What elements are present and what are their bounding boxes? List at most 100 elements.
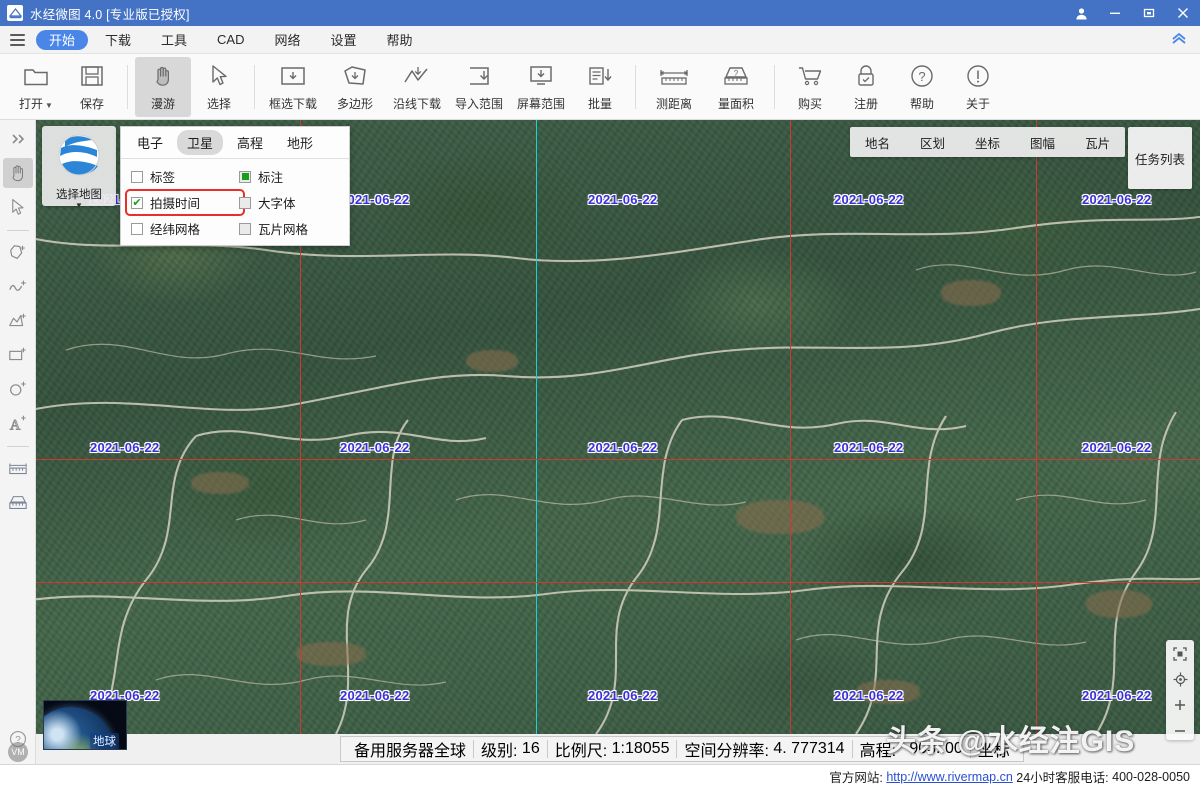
ribbon-measure-area-label: 量面积 — [717, 97, 754, 111]
mini-globe-thumbnail[interactable]: 地球 — [43, 700, 127, 750]
rail-select-tool[interactable] — [3, 192, 33, 222]
imagery-date-label: 2021-06-22 — [588, 192, 658, 207]
close-button[interactable] — [1166, 0, 1200, 26]
ribbon-about-button[interactable]: 关于 — [950, 57, 1006, 117]
ribbon-buy-button[interactable]: 购买 — [782, 57, 838, 117]
checkbox-icon[interactable] — [131, 170, 143, 183]
ribbon-measure-distance-button[interactable]: 测距离 — [643, 57, 705, 117]
ribbon-register-button[interactable]: 注册 — [838, 57, 894, 117]
polygon-download-icon — [342, 61, 368, 91]
toggle-tiles[interactable]: 瓦片 — [1070, 127, 1125, 157]
checkbox-row-label[interactable]: 标签 — [131, 167, 239, 186]
tab-terrain[interactable]: 地形 — [277, 130, 323, 155]
checkbox-label: 拍摄时间 — [150, 197, 201, 211]
svg-text:?: ? — [918, 69, 925, 84]
user-account-icon[interactable] — [1064, 0, 1098, 26]
ribbon-import-range-label: 导入范围 — [454, 97, 503, 111]
rail-measure-distance-tool[interactable] — [3, 454, 33, 484]
menu-icon[interactable] — [0, 26, 34, 54]
checkbox-icon[interactable] — [131, 222, 143, 235]
rail-add-rectangle-tool[interactable] — [3, 340, 33, 370]
checkbox-row-annotation[interactable]: 标注 — [239, 167, 339, 186]
zoom-in-icon[interactable] — [1169, 697, 1191, 715]
ribbon-select-button[interactable]: 选择 — [191, 57, 247, 117]
rail-add-circle-tool[interactable] — [3, 374, 33, 404]
app-logo-icon — [7, 5, 23, 21]
menu-item-settings[interactable]: 设置 — [318, 30, 370, 50]
ribbon-polygon-button[interactable]: 多边形 — [324, 57, 386, 117]
rail-pan-tool[interactable] — [2, 158, 33, 188]
map-view-controls — [1166, 640, 1194, 740]
status-scale-value: 1:18055 — [611, 740, 670, 757]
tab-satellite[interactable]: 卫星 — [177, 130, 224, 155]
expand-rail-icon[interactable] — [3, 124, 33, 154]
ribbon-batch-label: 批量 — [587, 97, 612, 111]
measure-distance-icon — [659, 61, 689, 91]
menu-item-tools[interactable]: 工具 — [148, 30, 200, 50]
tab-electronic[interactable]: 电子 — [127, 130, 173, 155]
batch-list-icon — [587, 61, 613, 91]
layer-options-panel: 电子 卫星 高程 地形 标签 标注 ✔ 拍摄时间 大字体 经纬网格 瓦片网格 — [120, 126, 350, 246]
folder-icon — [23, 61, 49, 91]
checkbox-row-latlon-grid[interactable]: 经纬网格 — [131, 219, 239, 238]
ribbon-rect-download-button[interactable]: 框选下载 — [262, 57, 324, 117]
ribbon-measure-area-button[interactable]: ? 量面积 — [705, 57, 767, 117]
footer-phone-label: 24小时客服电话: — [1016, 771, 1109, 785]
grid-line-vertical — [1036, 120, 1037, 734]
rail-add-polygon-tool[interactable] — [3, 238, 33, 268]
menu-item-network[interactable]: 网络 — [262, 30, 314, 50]
menu-item-cad[interactable]: CAD — [204, 30, 257, 50]
ribbon-open-button[interactable]: 打开 ▼ — [8, 57, 64, 117]
status-server: 备用服务器全球 — [347, 740, 475, 760]
rail-add-area-tool[interactable] — [3, 306, 33, 336]
toggle-place-names[interactable]: 地名 — [850, 127, 905, 157]
rail-measure-area-tool[interactable] — [3, 488, 33, 518]
menu-item-help[interactable]: 帮助 — [374, 30, 426, 50]
status-level-label: 级别: — [481, 743, 518, 760]
toggle-coordinates[interactable]: 坐标 — [960, 127, 1015, 157]
checkbox-row-large-font[interactable]: 大字体 — [239, 193, 339, 212]
status-scale: 比例尺: 1:18055 — [548, 740, 678, 760]
grid-line-horizontal — [36, 582, 1200, 583]
status-elevation: 高程: 903. 00 — [853, 740, 971, 760]
status-level: 级别: 16 — [474, 740, 548, 760]
checkbox-icon[interactable] — [239, 222, 251, 235]
ribbon-pan-button[interactable]: 漫游 — [135, 56, 191, 117]
ribbon-save-button[interactable]: 保存 — [64, 57, 120, 117]
menu-item-start[interactable]: 开始 — [36, 29, 89, 50]
rail-add-polyline-tool[interactable] — [3, 272, 33, 302]
svg-text:?: ? — [734, 69, 739, 78]
rail-divider — [6, 446, 29, 447]
rail-add-text-tool[interactable]: A — [3, 408, 33, 438]
checkbox-checked-icon[interactable] — [239, 170, 251, 183]
ribbon-rect-download-label: 框选下载 — [268, 97, 317, 111]
toggle-map-sheet[interactable]: 图幅 — [1015, 127, 1070, 157]
ribbon-batch-button[interactable]: 批量 — [572, 57, 628, 117]
checkbox-checked-icon[interactable]: ✔ — [131, 196, 143, 209]
imagery-date-label: 2021-06-22 — [90, 440, 160, 455]
menu-item-download[interactable]: 下载 — [92, 30, 144, 50]
checkbox-icon[interactable] — [239, 196, 251, 209]
ribbon-import-range-button[interactable]: 导入范围 — [448, 57, 510, 117]
imagery-date-label: 2021-06-22 — [834, 688, 904, 703]
fullscreen-icon[interactable] — [1169, 645, 1191, 663]
checkbox-row-capture-time[interactable]: ✔ 拍摄时间 — [125, 189, 245, 216]
screen-range-icon — [528, 61, 554, 91]
locate-target-icon[interactable] — [1169, 671, 1191, 689]
checkbox-row-tile-grid[interactable]: 瓦片网格 — [239, 219, 339, 238]
map-source-selector[interactable]: 选择地图 ▼ — [42, 126, 116, 210]
task-list-button[interactable]: 任务列表 — [1128, 127, 1192, 189]
minimize-button[interactable] — [1098, 0, 1132, 26]
footer-site-link[interactable]: http://www.rivermap.cn — [886, 770, 1012, 784]
collapse-ribbon-icon[interactable] — [1170, 31, 1188, 49]
toggle-districts[interactable]: 区划 — [905, 127, 960, 157]
ribbon-screen-range-button[interactable]: 屏幕范围 — [510, 57, 572, 117]
zoom-out-icon[interactable] — [1169, 722, 1191, 740]
ribbon-help-button[interactable]: ? 帮助 — [894, 57, 950, 117]
status-resolution-label: 空间分辨率: — [684, 743, 769, 760]
footer-bar: 官方网站: http://www.rivermap.cn 24小时客服电话: 4… — [0, 764, 1200, 788]
ribbon-polyline-download-button[interactable]: 沿线下载 — [386, 57, 448, 117]
chevron-down-icon[interactable]: ▼ — [75, 202, 83, 210]
tab-elevation[interactable]: 高程 — [227, 130, 273, 155]
maximize-button[interactable] — [1132, 0, 1166, 26]
